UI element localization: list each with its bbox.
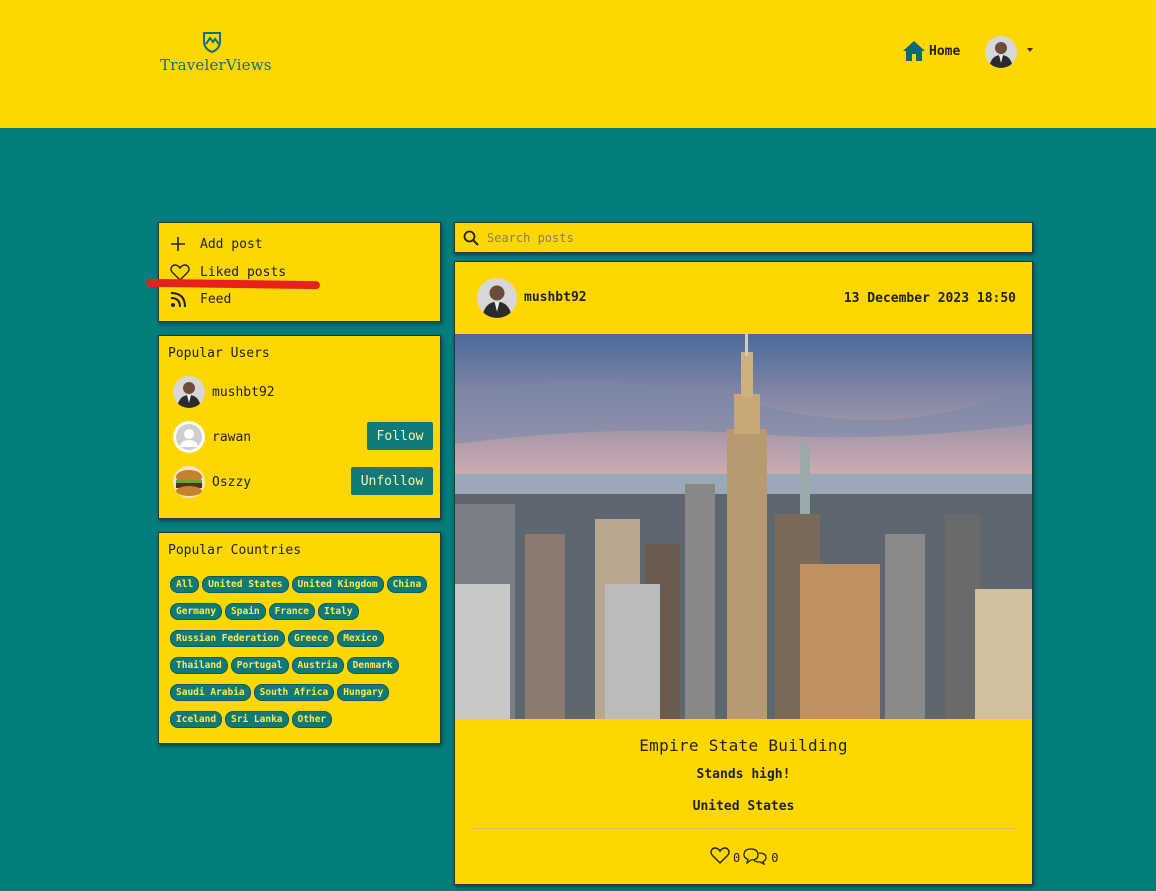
mountain-shield-icon (203, 32, 221, 54)
brand-name: TravelerViews (160, 56, 272, 74)
country-chip[interactable]: Iceland (170, 711, 223, 728)
menu-item-label: Add post (200, 236, 263, 252)
country-chip[interactable]: China (386, 576, 428, 593)
post-actions: 0 0 (710, 846, 778, 865)
country-chip-row: Thailand Portugal Austria Denmark (170, 657, 436, 674)
avatar (173, 466, 205, 498)
search-icon (463, 230, 479, 246)
country-chip[interactable]: Portugal (230, 657, 289, 674)
search-bar (454, 222, 1033, 253)
country-chip[interactable]: Denmark (346, 657, 399, 674)
post-image[interactable] (455, 334, 1032, 719)
popular-users-title: Popular Users (168, 346, 270, 361)
avatar-image (985, 36, 1017, 68)
comment-count: 0 (771, 851, 779, 865)
user-row[interactable]: mushbt92 (173, 376, 433, 408)
country-chip-row: All United States United Kingdom China (170, 576, 436, 593)
avatar (173, 376, 205, 408)
country-chip-row: Iceland Sri Lanka Other (170, 711, 436, 728)
like-heart-icon[interactable] (710, 847, 730, 864)
country-chip[interactable]: Germany (170, 603, 223, 620)
brand-logo[interactable]: TravelerViews (160, 30, 272, 74)
country-chip-row: Germany Spain France Italy (170, 603, 436, 620)
country-chip[interactable]: United States (202, 576, 289, 593)
post-country[interactable]: United States (455, 799, 1032, 814)
post-author-name[interactable]: mushbt92 (524, 290, 587, 305)
post-card: mushbt92 13 December 2023 18:50 Empire S… (454, 261, 1033, 885)
profile-dropdown-caret-icon[interactable] (1027, 48, 1033, 52)
plus-icon (171, 237, 185, 251)
country-chip[interactable]: Saudi Arabia (170, 684, 251, 701)
follow-button[interactable]: Follow (367, 422, 433, 450)
user-name: mushbt92 (212, 384, 275, 400)
sidebar-menu: Add post Liked posts Feed (158, 222, 441, 322)
country-chip[interactable]: Spain (225, 603, 266, 620)
profile-avatar[interactable] (985, 36, 1017, 68)
country-chip[interactable]: France (268, 603, 315, 620)
country-chip-row: Russian Federation Greece Mexico (170, 630, 436, 647)
country-chip[interactable]: Greece (287, 630, 335, 647)
menu-item-label: Liked posts (200, 265, 287, 280)
popular-countries-title: Popular Countries (168, 543, 302, 558)
popular-countries-panel: Popular Countries All United States United… (158, 532, 441, 744)
country-chip[interactable]: Austria (291, 657, 344, 674)
country-chip-row: Saudi Arabia South Africa Hungary (170, 684, 436, 701)
post-date: 13 December 2023 18:50 (843, 291, 1016, 306)
country-chip-list: All United States United Kingdom China Germa… (170, 576, 436, 738)
top-navbar: TravelerViews Home (0, 0, 1156, 128)
post-author-avatar[interactable] (477, 278, 517, 318)
avatar (173, 421, 205, 453)
menu-item-feed[interactable]: Feed (170, 291, 231, 308)
country-chip[interactable]: South Africa (253, 684, 335, 701)
country-chip[interactable]: Italy (317, 603, 359, 620)
country-chip[interactable]: All (170, 576, 200, 593)
unfollow-button[interactable]: Unfollow (351, 467, 433, 495)
comment-icon[interactable] (742, 847, 768, 865)
post-description: Stands high! (696, 767, 791, 782)
rss-icon (170, 292, 186, 308)
nav-home-link[interactable]: Home (902, 40, 960, 62)
divider (471, 828, 1016, 829)
user-name: Oszzy (212, 474, 252, 490)
country-chip[interactable]: Hungary (337, 684, 390, 701)
nav-home-label: Home (929, 43, 961, 59)
country-chip[interactable]: Other (291, 711, 333, 728)
user-name: rawan (212, 429, 252, 445)
country-chip[interactable]: Mexico (337, 630, 384, 647)
country-chip[interactable]: Russian Federation (170, 630, 285, 647)
popular-users-panel: Popular Users mushbt92 rawan Follow Oszz… (158, 335, 441, 519)
like-count: 0 (733, 851, 741, 865)
menu-item-add-post[interactable]: Add post (170, 236, 263, 252)
menu-item-label: Feed (200, 292, 232, 307)
country-chip[interactable]: Thailand (170, 657, 228, 674)
home-icon (903, 41, 925, 61)
search-input[interactable] (487, 228, 1017, 248)
country-chip[interactable]: Sri Lanka (225, 711, 289, 728)
country-chip[interactable]: United Kingdom (291, 576, 384, 593)
post-title: Empire State Building (639, 736, 848, 755)
